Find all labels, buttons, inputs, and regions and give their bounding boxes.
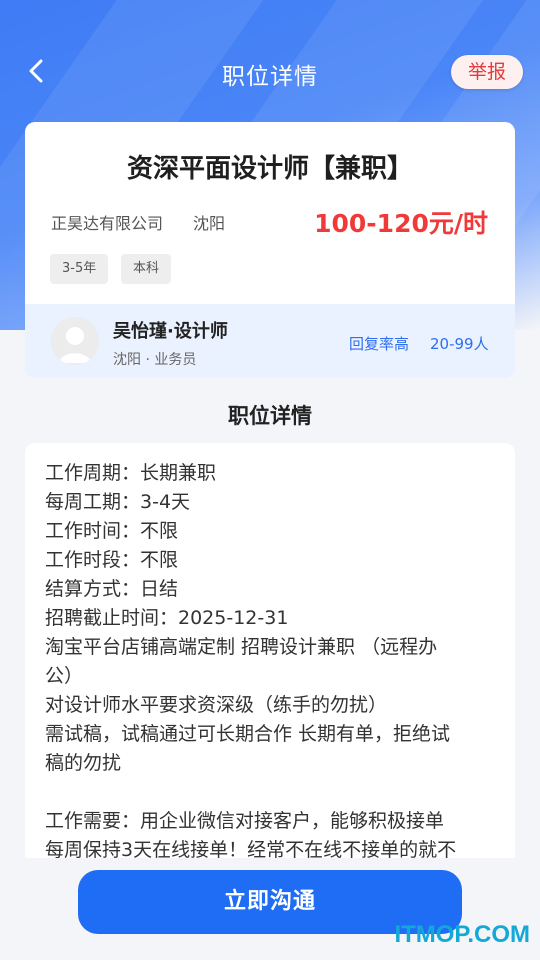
recruiter-name: 吴怡瑾·设计师 xyxy=(113,321,228,342)
job-detail-card[interactable]: 工作周期：长期兼职 每周工期：3-4天 工作时间：不限 工作时段：不限 结算方式… xyxy=(25,443,515,858)
company-name[interactable]: 正昊达有限公司 xyxy=(51,210,163,234)
detail-line: 工作时段：不限 xyxy=(45,549,179,571)
user-icon xyxy=(51,317,99,365)
company-size: 20-99人 xyxy=(430,335,489,353)
reply-rate-badge: 回复率高 xyxy=(349,335,410,353)
recruiter-row[interactable]: 吴怡瑾·设计师 沈阳 · 业务员 回复率高 20-99人 xyxy=(25,304,515,378)
job-city: 沈阳 xyxy=(193,214,226,233)
section-title: 职位详情 xyxy=(228,404,312,428)
tag-education: 本科 xyxy=(121,254,172,284)
avatar xyxy=(51,317,99,365)
detail-line: 需试稿，试稿通过可长期合作 长期有单，拒绝试 xyxy=(45,723,451,745)
detail-line: 对设计师水平要求资深级（练手的勿扰） xyxy=(45,694,388,716)
detail-line: 每周工期：3-4天 xyxy=(45,491,191,513)
detail-line: 稿的勿扰 xyxy=(45,752,122,774)
detail-line: 工作时间：不限 xyxy=(45,520,179,542)
tag-experience: 3-5年 xyxy=(50,254,109,284)
detail-line: 每周保持3天在线接单！经常不在线不接单的就不 xyxy=(45,839,457,858)
detail-line: 结算方式：日结 xyxy=(45,578,179,600)
detail-line: 工作需要：用企业微信对接客户，能够积极接单 xyxy=(45,810,445,832)
job-summary-card: 资深平面设计师【兼职】 正昊达有限公司 沈阳 100-120元/时 3-5年 本… xyxy=(25,122,515,378)
detail-line xyxy=(45,778,495,807)
recruiter-subtitle: 沈阳 · 业务员 xyxy=(113,352,197,368)
watermark: ITMOP.COM xyxy=(394,921,530,948)
top-bar: 职位详情 举报 xyxy=(0,44,540,100)
job-title: 资深平面设计师【兼职】 xyxy=(126,154,413,184)
salary: 100-120元/时 xyxy=(314,209,488,238)
detail-line: 招聘截止时间：2025-12-31 xyxy=(45,607,289,629)
detail-line: 公） xyxy=(45,665,84,687)
report-button[interactable]: 举报 xyxy=(451,55,523,89)
detail-line: 工作周期：长期兼职 xyxy=(45,462,217,484)
job-detail-text: 工作周期：长期兼职 每周工期：3-4天 工作时间：不限 工作时段：不限 结算方式… xyxy=(45,459,495,858)
detail-line: 淘宝平台店铺高端定制 招聘设计兼职 （远程办 xyxy=(45,636,438,658)
